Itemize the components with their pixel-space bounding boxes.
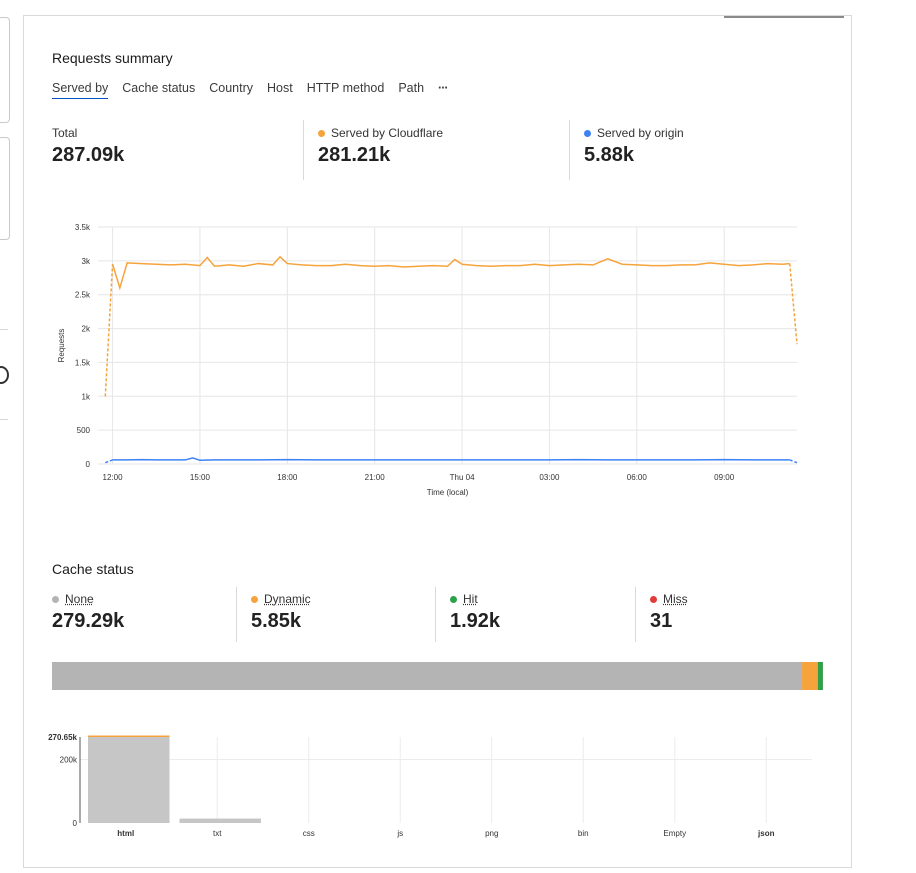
x-tick-label: txt — [213, 829, 222, 838]
x-tick-label: 03:00 — [539, 473, 560, 482]
legend-dot-icon — [52, 595, 59, 603]
y-tick-label: 0 — [86, 460, 91, 469]
stat-separator — [435, 587, 436, 642]
cache-status-title: Cache status — [52, 561, 134, 577]
stat-separator — [635, 587, 636, 642]
x-tick-label: Empty — [663, 829, 686, 838]
series-line — [112, 457, 790, 462]
x-tick-label: png — [485, 829, 498, 838]
requests-summary-panel: Requests summary Served by Cache status … — [23, 15, 852, 528]
content-type-bar-chart: 0 200k 270.65k html txt css js png bin Empty json — [48, 733, 812, 838]
stat-label[interactable]: Miss — [663, 592, 688, 606]
stacked-segment — [817, 662, 823, 690]
series-line-partial — [105, 459, 113, 464]
left-card-edge — [0, 137, 10, 240]
x-tick-label: bin — [578, 829, 589, 838]
legend-dot-icon — [650, 595, 657, 603]
x-tick-label: 12:00 — [103, 473, 124, 482]
cache-stat-none: None 279.29k — [52, 592, 124, 633]
stat-value: 1.92k — [450, 610, 501, 632]
stat-label[interactable]: Hit — [463, 592, 478, 606]
y-tick-label: 2k — [82, 325, 91, 334]
x-tick-label: Thu 04 — [450, 473, 475, 482]
left-divider — [0, 419, 8, 420]
cache-status-stacked-bar — [52, 662, 823, 690]
requests-line-chart: 0 500 1k 1.5k 2k 2.5k 3k 3.5k 12:00 15:00 18:00 21:… — [57, 223, 798, 497]
x-tick-label: html — [117, 829, 134, 838]
cache-status-panel: Cache status None 279.29k Dynamic 5.85k … — [23, 527, 852, 868]
left-card-edge — [0, 17, 10, 123]
stat-separator — [236, 587, 237, 642]
y-axis-title: Requests — [57, 329, 66, 363]
bar — [88, 737, 170, 823]
cache-stat-hit: Hit 1.92k — [450, 592, 500, 633]
x-tick-label: 18:00 — [277, 473, 298, 482]
y-tick-label: 0 — [73, 819, 78, 828]
stat-value: 5.85k — [251, 610, 302, 632]
y-tick-label: 1.5k — [75, 358, 91, 367]
stat-value: 279.29k — [52, 610, 125, 632]
stacked-segment — [802, 662, 818, 690]
series-line-partial — [788, 263, 798, 345]
x-tick-label: js — [396, 829, 403, 838]
left-divider — [0, 329, 8, 330]
x-tick-label: 06:00 — [627, 473, 648, 482]
x-tick-label: 09:00 — [714, 473, 735, 482]
series-line-partial — [104, 264, 114, 397]
legend-dot-icon — [450, 595, 457, 603]
y-tick-label: 3.5k — [75, 223, 91, 232]
y-tick-label: 3k — [82, 257, 91, 266]
x-tick-label: json — [757, 829, 775, 838]
series-line — [111, 255, 790, 291]
left-circle-icon[interactable] — [0, 366, 9, 384]
stat-value: 31 — [650, 610, 673, 632]
stat-label[interactable]: None — [65, 592, 94, 606]
stacked-segment — [52, 662, 803, 690]
y-tick-label: 2.5k — [75, 291, 91, 300]
x-axis-title: Time (local) — [427, 488, 469, 497]
series-line-partial — [789, 459, 798, 464]
bar — [88, 735, 170, 737]
x-tick-label: 15:00 — [190, 473, 211, 482]
bar — [179, 818, 261, 823]
cache-stat-miss: Miss 31 — [650, 592, 688, 633]
stat-label[interactable]: Dynamic — [264, 592, 311, 606]
x-tick-label: css — [303, 829, 315, 838]
cache-stat-dynamic: Dynamic 5.85k — [251, 592, 311, 633]
y-tick-label: 1k — [82, 392, 91, 401]
y-tick-label: 200k — [60, 755, 78, 764]
y-tick-label: 500 — [77, 426, 91, 435]
legend-dot-icon — [251, 595, 258, 603]
y-tick-label: 270.65k — [48, 733, 77, 742]
x-tick-label: 21:00 — [365, 473, 386, 482]
